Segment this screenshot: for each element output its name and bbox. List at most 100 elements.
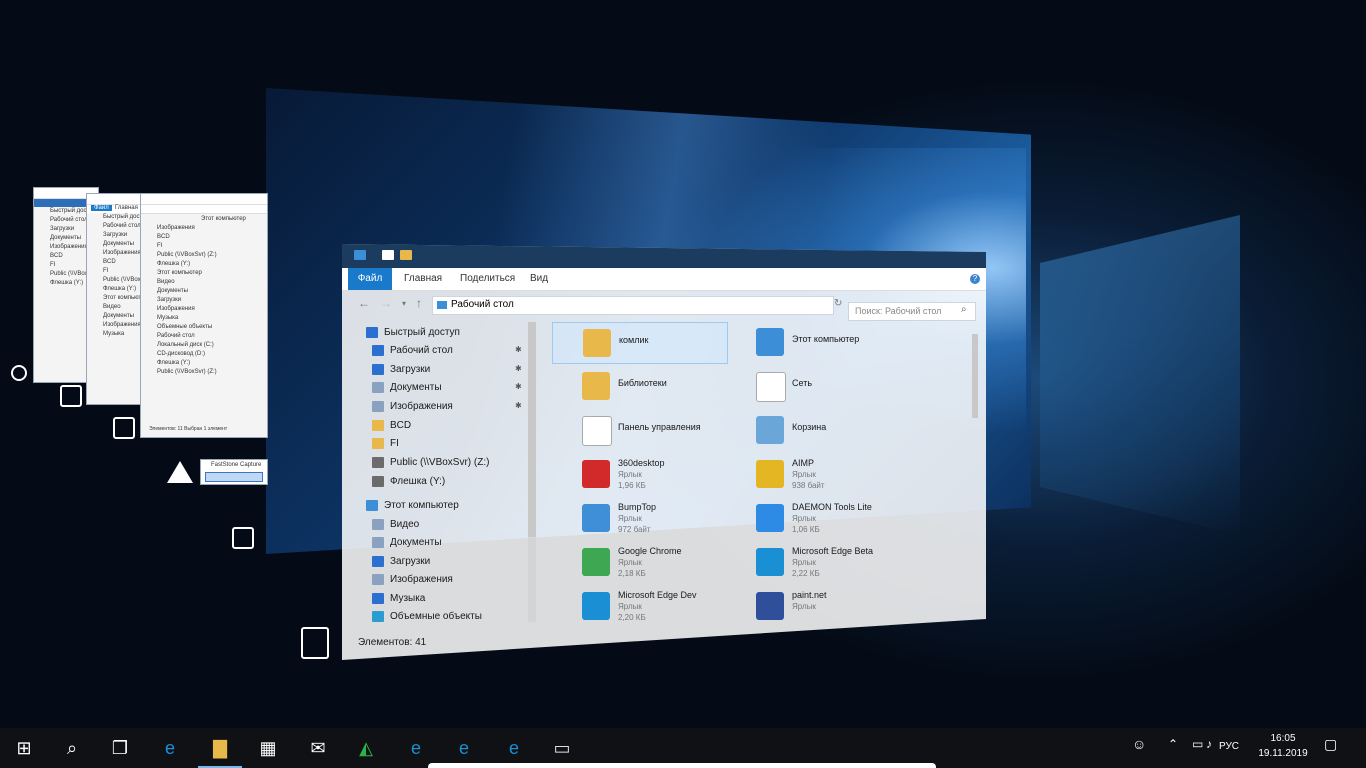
- back-arrow-icon[interactable]: ←: [358, 296, 370, 310]
- volume-icon[interactable]: ♪: [1206, 737, 1212, 751]
- file-item[interactable]: Сеть: [726, 366, 900, 406]
- paint-taskbar-button[interactable]: ◭: [342, 728, 390, 768]
- sidebar-item[interactable]: FI: [342, 435, 538, 453]
- sidebar-item[interactable]: Изображения: [342, 571, 538, 589]
- file-item[interactable]: DAEMON Tools Lite Ярлык 1,06 КБ: [726, 498, 900, 538]
- edge-taskbar-button[interactable]: e: [146, 728, 194, 768]
- sidebar-item[interactable]: Видео: [342, 516, 538, 534]
- sidebar-item[interactable]: Загрузки: [342, 553, 538, 571]
- mail-taskbar-button[interactable]: ✉: [294, 728, 342, 768]
- tab-share[interactable]: Поделиться: [460, 268, 515, 290]
- content-scrollbar[interactable]: [970, 334, 980, 614]
- file-item[interactable]: Microsoft Edge Dev Ярлык 2,20 КБ: [552, 586, 726, 626]
- list-item[interactable]: Изображения: [141, 305, 267, 314]
- file-size: 972 байт: [618, 525, 651, 534]
- file-item[interactable]: Google Chrome Ярлык 2,18 КБ: [552, 542, 726, 582]
- sidebar-item[interactable]: Загрузки ✱: [342, 361, 538, 379]
- new-folder-icon[interactable]: [400, 250, 412, 260]
- list-item[interactable]: Документы: [141, 287, 267, 296]
- file-name: Сеть: [792, 378, 813, 388]
- people-icon[interactable]: ☺: [1132, 736, 1146, 752]
- tab-view[interactable]: Вид: [530, 268, 548, 290]
- sidebar-item[interactable]: Public (\\VBoxSvr) (Z:): [342, 454, 538, 472]
- edge-dev-taskbar-button[interactable]: e: [490, 728, 538, 768]
- list-item[interactable]: Public (\\VBoxSvr) (Z:): [141, 368, 267, 377]
- file-item[interactable]: AIMP Ярлык 938 байт: [726, 454, 900, 494]
- address-bar[interactable]: Рабочий стол: [432, 296, 834, 315]
- edge-beta-taskbar-button[interactable]: e: [392, 728, 440, 768]
- forward-arrow-icon[interactable]: →: [380, 296, 392, 310]
- pin-icon: ✱: [515, 345, 522, 354]
- list-item[interactable]: Загрузки: [141, 296, 267, 305]
- file-item[interactable]: BumpTop Ярлык 972 байт: [552, 498, 726, 538]
- list-item[interactable]: Музыка: [141, 314, 267, 323]
- file-type: Ярлык: [618, 602, 642, 611]
- task-view-taskbar-button[interactable]: ❐: [96, 728, 144, 768]
- file-item[interactable]: 360desktop Ярлык 1,96 КБ: [552, 454, 726, 494]
- file-item[interactable]: paint.net Ярлык: [726, 586, 900, 626]
- file-item[interactable]: Microsoft Edge Beta Ярлык 2,22 КБ: [726, 542, 900, 582]
- file-type: Ярлык: [618, 558, 642, 567]
- sidebar-item[interactable]: Этот компьютер: [342, 497, 538, 515]
- edge-can-taskbar-button[interactable]: e: [440, 728, 488, 768]
- list-item[interactable]: Изображения: [141, 224, 267, 233]
- help-icon[interactable]: ?: [970, 274, 980, 284]
- stacked-window-3[interactable]: Этот компьютер Изображения BCD FI Public (\…: [140, 193, 268, 438]
- up-arrow-icon[interactable]: ↑: [416, 296, 422, 310]
- search-input[interactable]: Поиск: Рабочий стол ⌕: [848, 302, 976, 321]
- store-taskbar-button[interactable]: ▦: [244, 728, 292, 768]
- list-item[interactable]: Рабочий стол: [141, 332, 267, 341]
- list-item[interactable]: Public (\\VBoxSvr) (Z:): [141, 251, 267, 260]
- file-item[interactable]: Корзина: [726, 410, 900, 450]
- list-item[interactable]: Видео: [141, 278, 267, 287]
- sidebar-item[interactable]: Музыка: [342, 590, 538, 608]
- desktop-icon: [437, 301, 447, 309]
- properties-icon[interactable]: [382, 250, 394, 260]
- chevron-up-icon[interactable]: ⌃: [1168, 737, 1178, 751]
- tab-file[interactable]: Файл: [348, 268, 392, 290]
- sidebar-item[interactable]: Документы ✱: [342, 379, 538, 397]
- explorer-taskbar-button[interactable]: ▇: [196, 728, 244, 768]
- sidebar-item[interactable]: Быстрый доступ: [342, 324, 538, 342]
- language-indicator[interactable]: РУС: [1219, 741, 1239, 752]
- clock-date: 19.11.2019: [1258, 748, 1308, 759]
- clock[interactable]: 16:05 19.11.2019: [1252, 731, 1314, 761]
- sidebar-item[interactable]: Документы: [342, 534, 538, 552]
- list-item[interactable]: CD-дисковод (D:): [141, 350, 267, 359]
- file-icon: [756, 460, 784, 488]
- search-taskbar-button[interactable]: ⌕: [48, 728, 96, 768]
- file-icon: [582, 592, 610, 620]
- network-icon[interactable]: ▭: [1192, 737, 1203, 751]
- file-item[interactable]: Панель управления: [552, 410, 726, 450]
- nav-scrollbar[interactable]: [528, 322, 536, 622]
- tab-home[interactable]: Главная: [404, 268, 442, 290]
- recent-chevron-icon[interactable]: ▾: [402, 299, 406, 308]
- file-item[interactable]: комлик: [552, 322, 728, 364]
- notification-icon[interactable]: ▢: [1324, 736, 1337, 753]
- sidebar-item[interactable]: Флешка (Y:): [342, 473, 538, 491]
- list-item[interactable]: Флешка (Y:): [141, 359, 267, 368]
- file-item[interactable]: Библиотеки: [552, 366, 726, 406]
- sidebar-item[interactable]: Изображения ✱: [342, 398, 538, 416]
- refresh-icon[interactable]: ↻: [834, 298, 842, 309]
- list-item[interactable]: FI: [141, 242, 267, 251]
- file-name: Microsoft Edge Beta: [792, 546, 874, 556]
- list-item[interactable]: Локальный диск (C:): [141, 341, 267, 350]
- sidebar-item[interactable]: BCD: [342, 417, 538, 435]
- sidebar-item-label: Документы: [390, 382, 442, 393]
- sidebar-item-label: Быстрый доступ: [384, 327, 460, 338]
- list-item[interactable]: Объемные объекты: [141, 323, 267, 332]
- file-item[interactable]: Этот компьютер: [726, 322, 900, 362]
- list-item[interactable]: BCD: [141, 233, 267, 242]
- console-taskbar-button[interactable]: ▭: [538, 728, 586, 768]
- sidebar-item[interactable]: Рабочий стол ✱: [342, 342, 538, 360]
- stacked-window-4[interactable]: FastStone Capture: [200, 459, 268, 485]
- list-item[interactable]: Флешка (Y:): [141, 260, 267, 269]
- file-size: 938 байт: [792, 481, 825, 490]
- list-item[interactable]: Этот компьютер: [141, 269, 267, 278]
- navigation-pane: Быстрый доступ Рабочий стол ✱ Загрузки ✱ Доку…: [342, 324, 540, 624]
- file-icon: [582, 460, 610, 488]
- sidebar-item[interactable]: Объемные объекты: [342, 608, 538, 626]
- start-taskbar-button[interactable]: ⊞: [0, 728, 48, 768]
- explorer-window[interactable]: Файл Главная Поделиться Вид ? ← → ▾ ↑ Ра…: [342, 244, 986, 660]
